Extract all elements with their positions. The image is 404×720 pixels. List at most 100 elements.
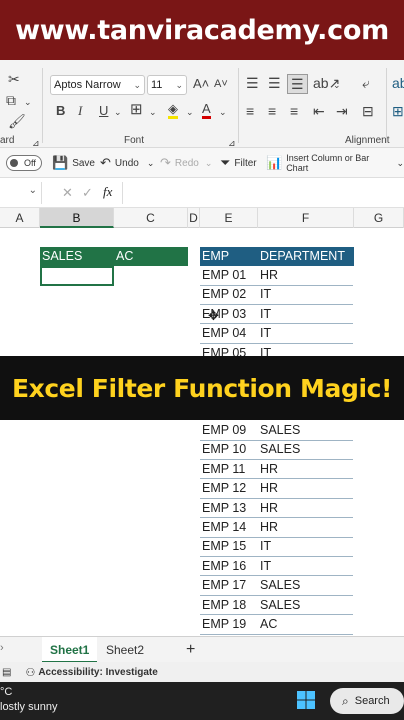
separator [42, 68, 43, 143]
decrease-indent-icon[interactable]: ⇤ [313, 104, 325, 118]
align-middle-icon[interactable]: ☰ [268, 76, 281, 90]
font-name-combo[interactable]: Aptos Narrow ⌄ [50, 75, 145, 95]
column-header-e[interactable]: E [200, 208, 258, 228]
macro-icon[interactable]: ▤ [2, 667, 11, 678]
font-color-dropdown-icon[interactable]: ⌄ [219, 105, 227, 119]
formula-input[interactable] [122, 182, 404, 204]
department-cell[interactable]: IT [258, 557, 354, 576]
emp-cell[interactable]: EMP 01 [200, 266, 258, 285]
align-top-icon[interactable]: ☰ [246, 76, 259, 90]
department-cell[interactable]: HR [258, 499, 354, 518]
column-header-c[interactable]: C [114, 208, 188, 228]
font-color-icon[interactable]: A [202, 102, 211, 119]
enter-icon[interactable]: ✓ [82, 185, 93, 201]
emp-cell[interactable]: EMP 18 [200, 596, 258, 615]
insert-function-button[interactable]: fx [103, 184, 112, 200]
undo-label: Undo [114, 157, 139, 169]
save-button[interactable]: 💾 Save [52, 148, 95, 178]
department-cell[interactable]: IT [258, 305, 354, 324]
cancel-icon[interactable]: ✕ [62, 185, 73, 201]
department-cell[interactable]: HR [258, 266, 354, 285]
selected-cell[interactable] [40, 266, 114, 286]
increase-font-icon[interactable]: A˄ [193, 77, 209, 91]
currency-icon[interactable]: ⊞ [392, 104, 404, 118]
align-bottom-icon[interactable]: ☰ [287, 74, 308, 94]
wrap-text-icon[interactable]: ⤶ [362, 76, 370, 90]
align-left-icon[interactable]: ≡ [246, 104, 254, 118]
criteria-header-sales[interactable]: SALES [40, 247, 114, 266]
emp-cell[interactable]: EMP 17 [200, 576, 258, 595]
alignment-group-label: Alignment [345, 135, 390, 146]
sheet-tab-2[interactable]: Sheet2 [98, 637, 152, 663]
data-header-department[interactable]: DEPARTMENT [258, 247, 354, 266]
undo-button[interactable]: ↶ Undo ⌄ [100, 148, 154, 178]
align-right-icon[interactable]: ≡ [290, 104, 298, 118]
sheet-tab-1[interactable]: Sheet1 [42, 637, 98, 663]
emp-cell[interactable]: EMP 15 [200, 537, 258, 556]
emp-cell[interactable]: EMP 02 [200, 285, 258, 304]
italic-button[interactable]: I [78, 104, 82, 118]
add-sheet-button[interactable]: + [178, 637, 203, 663]
department-cell[interactable]: IT [258, 324, 354, 343]
column-header-g[interactable]: G [354, 208, 404, 228]
emp-cell[interactable]: EMP 13 [200, 499, 258, 518]
department-cell[interactable]: SALES [258, 596, 354, 615]
taskbar: °C lostly sunny ⌕ Search [0, 682, 404, 720]
department-cell[interactable]: IT [258, 537, 354, 556]
copy-dropdown-icon[interactable]: ⌄ [24, 95, 32, 109]
video-caption: Excel Filter Function Magic! [0, 356, 404, 420]
weather-temperature[interactable]: °C [0, 686, 12, 698]
decrease-font-icon[interactable]: A˅ [214, 77, 228, 91]
department-cell[interactable]: SALES [258, 440, 354, 459]
accessibility-status[interactable]: Accessibility: Investigate [38, 667, 158, 678]
format-painter-icon[interactable]: 🖌 [8, 114, 26, 128]
emp-cell[interactable]: EMP 16 [200, 557, 258, 576]
name-box[interactable]: ⌄ [0, 182, 42, 204]
column-header-b[interactable]: B [40, 208, 114, 228]
column-header-a[interactable]: A [0, 208, 40, 228]
autosave-toggle[interactable]: Off [6, 148, 42, 178]
department-cell[interactable]: AC [258, 615, 354, 634]
data-header-emp[interactable]: EMP [200, 247, 258, 266]
department-cell[interactable]: IT [258, 285, 354, 304]
emp-cell[interactable]: EMP 14 [200, 518, 258, 537]
emp-cell[interactable]: EMP 10 [200, 440, 258, 459]
department-cell[interactable]: SALES [258, 421, 354, 440]
department-cell[interactable]: HR [258, 479, 354, 498]
emp-cell[interactable]: EMP 12 [200, 479, 258, 498]
department-cell[interactable]: HR [258, 460, 354, 479]
number-format-icon[interactable]: ab [392, 76, 404, 90]
filter-button[interactable]: ⏷ Filter [220, 148, 257, 178]
emp-cell[interactable]: EMP 04 [200, 324, 258, 343]
copy-icon[interactable]: ⧉ [6, 93, 16, 107]
column-header-f[interactable]: F [258, 208, 354, 228]
underline-button[interactable]: U [99, 104, 108, 118]
bold-button[interactable]: B [56, 104, 65, 118]
font-size-combo[interactable]: 11 ⌄ [147, 75, 187, 95]
fill-color-icon[interactable]: ◈ [168, 102, 178, 119]
emp-cell[interactable]: EMP 11 [200, 460, 258, 479]
borders-icon[interactable]: ⊞ [130, 102, 143, 117]
department-cell[interactable]: SALES [258, 576, 354, 595]
chevron-left-icon[interactable]: › [0, 642, 4, 654]
fill-dropdown-icon[interactable]: ⌄ [186, 105, 194, 119]
borders-dropdown-icon[interactable]: ⌄ [149, 105, 157, 119]
redo-button[interactable]: ↷ Redo ⌄ [160, 148, 212, 178]
worksheet-grid[interactable]: SALES AC EMP DEPARTMENT EMP 01 HR EMP 02 IT… [0, 228, 404, 636]
windows-start-icon[interactable] [296, 690, 316, 710]
taskbar-search[interactable]: ⌕ Search [330, 688, 404, 714]
increase-indent-icon[interactable]: ⇥ [336, 104, 348, 118]
emp-cell[interactable]: EMP 19 [200, 615, 258, 634]
department-cell[interactable]: HR [258, 518, 354, 537]
weather-description[interactable]: lostly sunny [0, 701, 57, 713]
underline-dropdown-icon[interactable]: ⌄ [114, 105, 122, 119]
align-center-icon[interactable]: ≡ [268, 104, 276, 118]
column-header-d[interactable]: D [188, 208, 200, 228]
emp-cell[interactable]: EMP 09 [200, 421, 258, 440]
criteria-header-ac[interactable]: AC [114, 247, 188, 266]
orientation-dropdown-icon[interactable]: ⌄ [333, 78, 341, 92]
merge-icon[interactable]: ⊟ [362, 104, 374, 118]
cut-icon[interactable]: ✂ [8, 72, 20, 86]
status-bar: ▤ ⚇ Accessibility: Investigate [0, 662, 404, 682]
insert-chart-button[interactable]: 📊 Insert Column or Bar Chart ⌄ [266, 148, 404, 178]
